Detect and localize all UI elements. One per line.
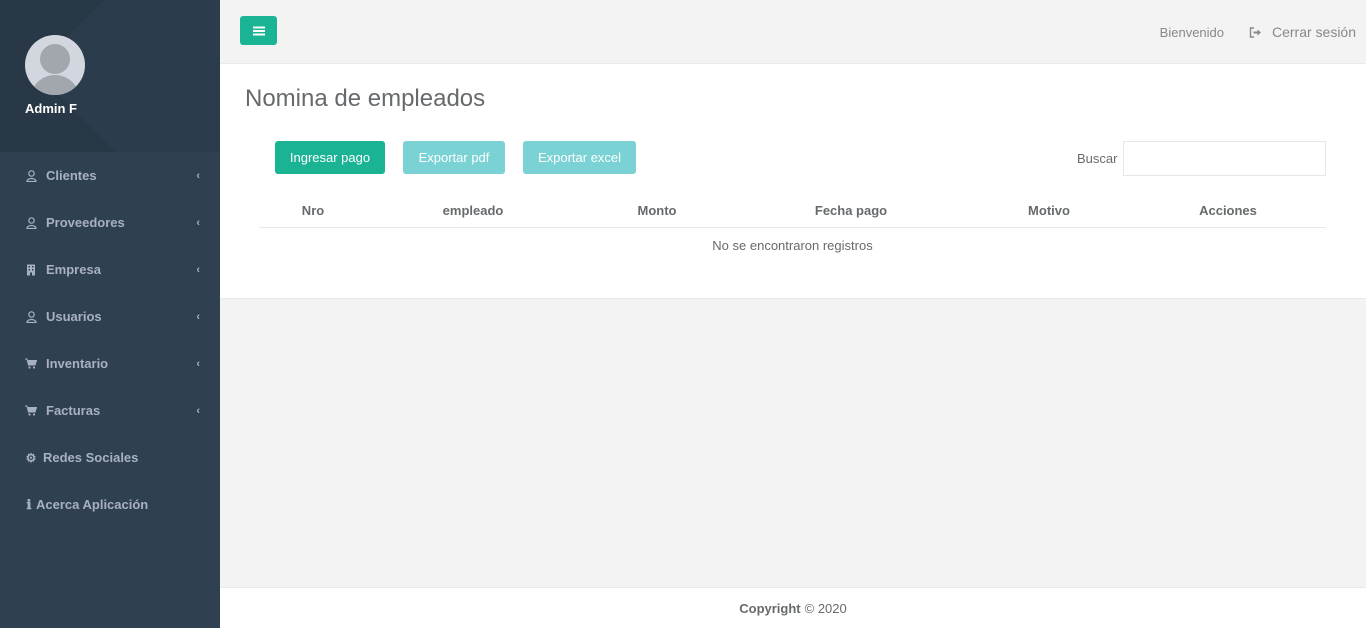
copyright-year: © 2020 <box>804 600 847 616</box>
sign-out-icon <box>1249 26 1261 38</box>
sidebar-item-label: Clientes <box>46 168 97 183</box>
export-pdf-button[interactable]: Exportar pdf <box>403 141 505 174</box>
content-panel: Nomina de empleados Ingresar pago Export… <box>220 64 1366 299</box>
user-icon <box>25 310 37 323</box>
column-header-acciones[interactable]: Acciones <box>1199 203 1257 218</box>
profile-name[interactable]: Admin F <box>25 101 77 116</box>
top-navbar: Bienvenido Cerrar sesión <box>220 0 1366 64</box>
avatar[interactable] <box>25 35 85 95</box>
sidebar-item-label: Acerca Aplicación <box>36 497 149 512</box>
sidebar-item-label: Usuarios <box>46 309 102 324</box>
sidebar-item-usuarios[interactable]: Usuarios ‹ <box>0 293 220 340</box>
sidebar-item-redes-sociales[interactable]: ⚙ Redes Sociales <box>0 434 220 481</box>
sidebar-item-proveedores[interactable]: Proveedores ‹ <box>0 199 220 246</box>
profile-panel: Admin F <box>0 0 220 152</box>
sidebar-item-empresa[interactable]: Empresa ‹ <box>0 246 220 293</box>
sidebar-item-clientes[interactable]: Clientes ‹ <box>0 152 220 199</box>
chevron-left-icon: ‹ <box>196 216 200 229</box>
logout-label: Cerrar sesión <box>1271 24 1356 40</box>
avatar-head <box>40 44 70 74</box>
gear-icon: ⚙ <box>25 450 37 465</box>
cart-icon <box>25 404 37 417</box>
export-excel-button[interactable]: Exportar excel <box>523 141 636 174</box>
sidebar-toggle-button[interactable] <box>240 16 277 45</box>
chevron-left-icon: ‹ <box>196 310 200 323</box>
welcome-text: Bienvenido <box>1159 25 1224 40</box>
copyright-label: Copyright <box>739 600 801 616</box>
footer: Copyright © 2020 <box>220 587 1366 628</box>
user-icon <box>25 216 37 229</box>
table-empty-message: No se encontraron registros <box>712 238 873 253</box>
sidebar-item-label: Proveedores <box>46 215 125 230</box>
cart-icon <box>25 357 37 370</box>
column-header-fecha-pago[interactable]: Fecha pago <box>815 203 887 218</box>
chevron-left-icon: ‹ <box>196 357 200 370</box>
sidebar: Admin F Clientes ‹ Proveedores ‹ Empresa… <box>0 0 220 628</box>
info-icon: ℹ <box>26 496 32 512</box>
chevron-left-icon: ‹ <box>196 263 200 276</box>
column-header-nro[interactable]: Nro <box>302 203 324 218</box>
add-payment-button[interactable]: Ingresar pago <box>275 141 385 174</box>
sidebar-item-label: Redes Sociales <box>43 450 139 465</box>
chevron-left-icon: ‹ <box>196 169 200 182</box>
sidebar-item-label: Facturas <box>46 403 101 418</box>
chevron-left-icon: ‹ <box>196 404 200 417</box>
column-header-motivo[interactable]: Motivo <box>1028 203 1070 218</box>
sidebar-item-label: Inventario <box>46 356 109 371</box>
avatar-body <box>30 75 80 95</box>
hamburger-icon <box>252 26 265 35</box>
search-input[interactable] <box>1123 141 1326 176</box>
column-header-monto[interactable]: Monto <box>638 203 677 218</box>
logout-link[interactable]: Cerrar sesión <box>1249 24 1356 40</box>
sidebar-item-label: Empresa <box>46 262 101 277</box>
sidebar-item-facturas[interactable]: Facturas ‹ <box>0 387 220 434</box>
sidebar-item-acerca-aplicacion[interactable]: ℹ Acerca Aplicación <box>0 481 220 528</box>
table-header: Nro empleado Monto Fecha pago Motivo Acc… <box>259 199 1326 228</box>
search-label: Buscar <box>1077 151 1118 166</box>
sidebar-menu: Clientes ‹ Proveedores ‹ Empresa ‹ Usuar… <box>0 152 220 528</box>
user-icon <box>25 169 37 182</box>
sidebar-item-inventario[interactable]: Inventario ‹ <box>0 340 220 387</box>
page-title: Nomina de empleados <box>245 85 486 112</box>
main-area: Bienvenido Cerrar sesión Nomina de emple… <box>220 0 1366 628</box>
column-header-empleado[interactable]: empleado <box>443 203 504 218</box>
building-icon <box>25 263 37 276</box>
